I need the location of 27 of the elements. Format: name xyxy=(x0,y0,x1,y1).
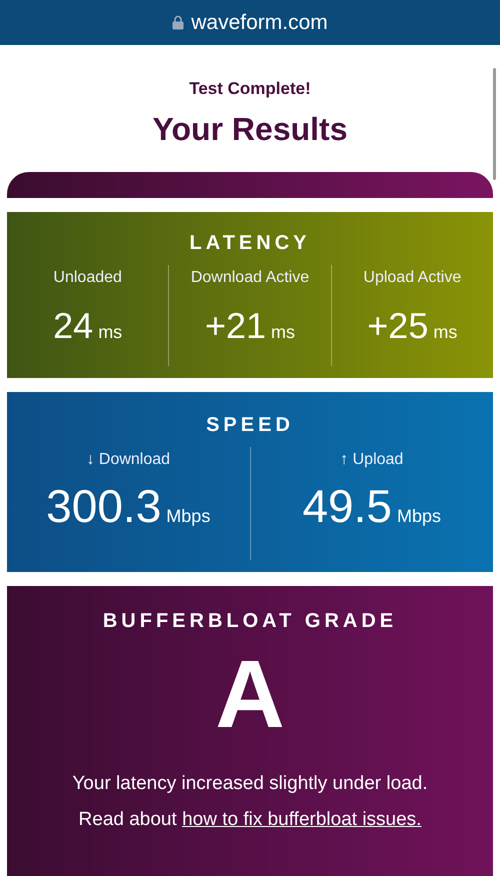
metric-value: 300.3 xyxy=(46,479,162,533)
metric-unit: Mbps xyxy=(397,506,442,527)
metric-unit: Mbps xyxy=(166,506,210,527)
metric-label: ↓ Download xyxy=(86,451,170,469)
fix-bufferbloat-link[interactable]: how to fix bufferbloat issues. xyxy=(182,809,422,830)
metric-label: ↑ Upload xyxy=(340,451,404,469)
metric-value: 49.5 xyxy=(302,479,392,533)
grade-message: Your latency increased slightly under load. xyxy=(72,773,428,795)
metric-label: Upload Active xyxy=(363,269,462,287)
subtitle: Test Complete! xyxy=(189,79,311,99)
metric-value: 24 xyxy=(53,305,94,347)
metric-unit: ms xyxy=(433,322,458,343)
metric-unit: ms xyxy=(98,322,122,343)
grade-letter: A xyxy=(215,647,285,743)
card-title: SPEED xyxy=(206,414,294,437)
card-title: LATENCY xyxy=(190,232,310,255)
browser-address-bar[interactable]: waveform.com xyxy=(0,0,500,45)
metric-label: Unloaded xyxy=(53,269,122,287)
metric-value: +21 xyxy=(204,305,266,347)
read-more-text: Read about how to fix bufferbloat issues. xyxy=(78,809,422,831)
lock-icon xyxy=(172,15,184,30)
metric-value: +25 xyxy=(367,305,428,347)
url-text: waveform.com xyxy=(191,10,328,34)
metric-unit: ms xyxy=(271,322,296,343)
page-title: Your Results xyxy=(152,111,348,148)
card-title: BUFFERBLOAT GRADE xyxy=(102,610,398,633)
metric-label: Download Active xyxy=(190,269,310,287)
